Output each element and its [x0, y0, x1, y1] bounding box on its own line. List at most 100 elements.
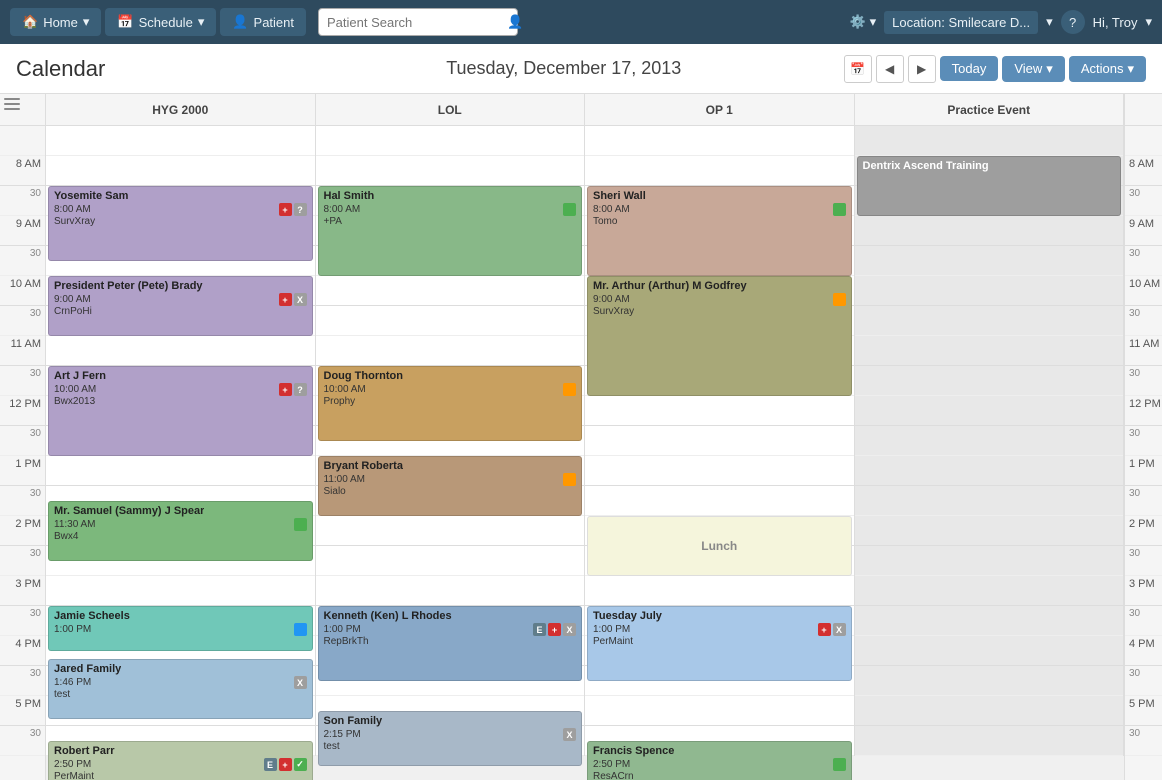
col-header-op1: OP 1: [585, 94, 855, 125]
appointment[interactable]: Dentrix Ascend Training: [857, 156, 1122, 216]
calendar-icon-btn[interactable]: 📅: [844, 55, 872, 83]
appointment[interactable]: Mr. Arthur (Arthur) M Godfrey9:00 AMSurv…: [587, 276, 852, 396]
patient-icon: 👤: [232, 14, 248, 30]
appt-procedure: +PA: [324, 216, 577, 227]
time-slot: 30: [0, 246, 45, 276]
time-slot: 30: [0, 726, 45, 756]
search-input[interactable]: [327, 15, 503, 30]
resource-columns: Yosemite Sam8:00 AM+?SurvXrayPresident P…: [46, 126, 1124, 780]
appointment[interactable]: Robert Parr2:50 PME+✓PerMaint: [48, 741, 313, 780]
appt-patient-name: Robert Parr: [54, 745, 115, 757]
appt-patient-name: Tuesday July: [593, 610, 662, 622]
settings-button[interactable]: ⚙️ ▾: [850, 14, 876, 30]
side-time-slot: 12 PM: [1125, 396, 1162, 426]
menu-icon[interactable]: [0, 94, 45, 114]
location-label[interactable]: Location: Smilecare D...: [884, 11, 1038, 34]
green-icon: [563, 203, 576, 216]
home-button[interactable]: 🏠 Home ▾: [10, 8, 101, 36]
time-slot: 5 PM: [0, 696, 45, 726]
time-slot: 3 PM: [0, 576, 45, 606]
schedule-chevron-icon: ▾: [198, 14, 205, 30]
calendar-nav: 📅 ◀ ▶ Today View ▾ Actions ▾: [844, 55, 1146, 83]
home-chevron-icon: ▾: [83, 14, 90, 30]
side-time-slot: 3 PM: [1125, 576, 1162, 606]
orange-icon: [833, 293, 846, 306]
blue-icon: [294, 623, 307, 636]
appt-patient-name: Yosemite Sam: [54, 190, 128, 202]
actions-chevron-icon: ▾: [1127, 61, 1134, 77]
schedule-button[interactable]: 📅 Schedule ▾: [105, 8, 216, 36]
appt-time: 2:50 PM: [593, 759, 630, 770]
x-icon: ?: [294, 383, 307, 396]
x-icon: X: [294, 293, 307, 306]
side-time-slot: 30: [1125, 186, 1162, 216]
time-column-right: 8 AM309 AM3010 AM3011 AM3012 PM301 PM302…: [1124, 126, 1162, 780]
appt-patient-name: Mr. Arthur (Arthur) M Godfrey: [593, 280, 747, 292]
orange-icon: [563, 383, 576, 396]
appt-patient-name: Bryant Roberta: [324, 460, 403, 472]
appointment[interactable]: Francis Spence2:50 PMResACrn: [587, 741, 852, 780]
side-time-slot: 30: [1125, 486, 1162, 516]
time-slot: 30: [0, 606, 45, 636]
actions-button[interactable]: Actions ▾: [1069, 56, 1146, 82]
view-button[interactable]: View ▾: [1002, 56, 1064, 82]
appt-procedure: Prophy: [324, 396, 577, 407]
today-button[interactable]: Today: [940, 56, 999, 81]
x-icon: X: [563, 623, 576, 636]
time-slot: 8 AM: [0, 156, 45, 186]
appt-time: 10:00 AM: [54, 384, 96, 395]
location-chevron-icon[interactable]: ▾: [1046, 14, 1053, 30]
plus-icon: +: [548, 623, 561, 636]
appt-time: 11:00 AM: [324, 474, 366, 485]
time-slot: [0, 126, 45, 156]
user-label[interactable]: Hi, Troy: [1093, 15, 1138, 30]
time-slot: 12 PM: [0, 396, 45, 426]
appointment[interactable]: Bryant Roberta11:00 AMSialo: [318, 456, 583, 516]
appointment[interactable]: Kenneth (Ken) L Rhodes1:00 PME+XRepBrkTh: [318, 606, 583, 681]
appointment[interactable]: Yosemite Sam8:00 AM+?SurvXray: [48, 186, 313, 261]
appt-time: 2:50 PM: [54, 759, 91, 770]
help-button[interactable]: ?: [1061, 10, 1085, 34]
resource-col-practice: Dentrix Ascend Training: [855, 126, 1125, 756]
appt-patient-name: Doug Thornton: [324, 370, 403, 382]
side-time-slot: 10 AM: [1125, 276, 1162, 306]
patient-button[interactable]: 👤 Patient: [220, 8, 306, 36]
appointment[interactable]: Art J Fern10:00 AM+?Bwx2013: [48, 366, 313, 456]
appt-procedure: RepBrkTh: [324, 636, 577, 647]
col-header-practice: Practice Event: [855, 94, 1125, 125]
time-slot: 30: [0, 486, 45, 516]
side-time-slot: 1 PM: [1125, 456, 1162, 486]
appointment[interactable]: Doug Thornton10:00 AMProphy: [318, 366, 583, 441]
calendar-grid: HYG 2000 LOL OP 1 Practice Event 8 AM309…: [0, 94, 1162, 780]
check-icon: ✓: [294, 758, 307, 771]
time-slot: 10 AM: [0, 276, 45, 306]
user-chevron-icon[interactable]: ▾: [1145, 14, 1152, 30]
appointment[interactable]: Mr. Samuel (Sammy) J Spear11:30 AMBwx4: [48, 501, 313, 561]
appt-time: 8:00 AM: [324, 204, 361, 215]
plus-icon: +: [818, 623, 831, 636]
appt-procedure: PerMaint: [593, 636, 846, 647]
green-icon: [833, 203, 846, 216]
time-slot: 30: [0, 546, 45, 576]
appointment[interactable]: Hal Smith8:00 AM+PA: [318, 186, 583, 276]
appt-procedure: Bwx4: [54, 531, 307, 542]
plus-icon: +: [279, 203, 292, 216]
plus-icon: +: [279, 293, 292, 306]
appointment[interactable]: Sheri Wall8:00 AMTomo: [587, 186, 852, 276]
side-time-slot: 30: [1125, 246, 1162, 276]
appt-procedure: test: [324, 741, 577, 752]
appointment[interactable]: Son Family2:15 PMXtest: [318, 711, 583, 766]
appt-procedure: SurvXray: [593, 306, 846, 317]
orange-icon: [563, 473, 576, 486]
appointment[interactable]: Jamie Scheels1:00 PM: [48, 606, 313, 651]
side-time-slot: [1125, 126, 1162, 156]
appointment[interactable]: President Peter (Pete) Brady9:00 AM+XCrn…: [48, 276, 313, 336]
appointment[interactable]: Lunch: [587, 516, 852, 576]
next-button[interactable]: ▶: [908, 55, 936, 83]
prev-button[interactable]: ◀: [876, 55, 904, 83]
appointment[interactable]: Tuesday July1:00 PM+XPerMaint: [587, 606, 852, 681]
x-icon: X: [563, 728, 576, 741]
appt-patient-name: President Peter (Pete) Brady: [54, 280, 203, 292]
appt-time: 1:00 PM: [324, 624, 361, 635]
appointment[interactable]: Jared Family1:46 PMXtest: [48, 659, 313, 719]
